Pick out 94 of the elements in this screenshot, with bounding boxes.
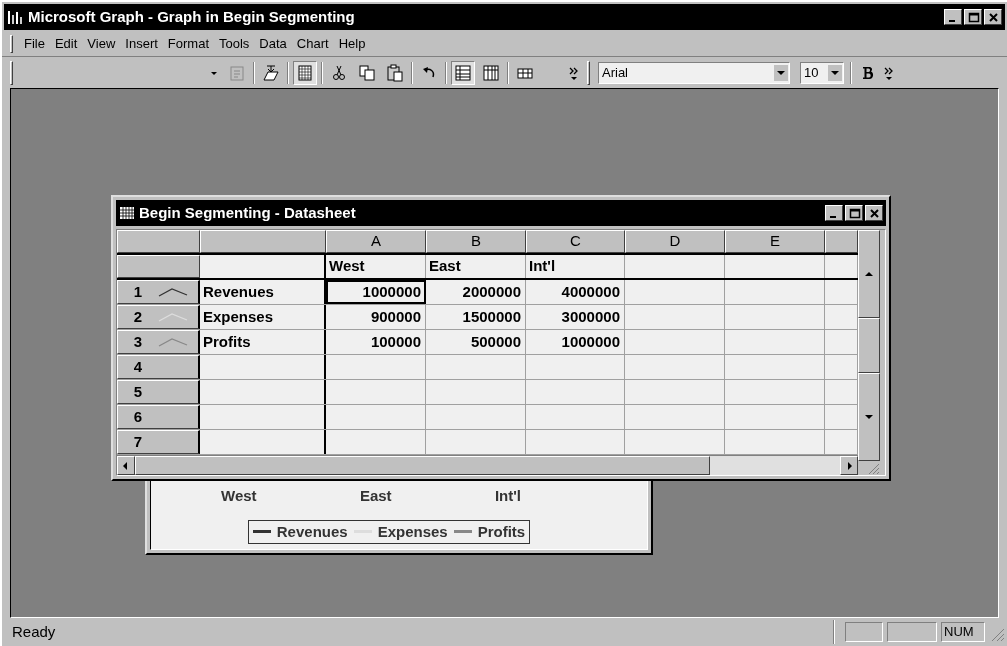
minimize-button[interactable] — [825, 205, 843, 221]
menu-item[interactable]: File — [19, 34, 50, 54]
table-cell[interactable]: 900000 — [326, 305, 426, 329]
maximize-button[interactable] — [845, 205, 863, 221]
minimize-icon — [829, 216, 836, 218]
legend-label: Revenues — [276, 521, 348, 542]
close-button[interactable] — [984, 9, 1002, 25]
triangle-arrow-icon — [865, 413, 873, 422]
menu-grip — [10, 35, 13, 53]
scroll-right-button[interactable] — [840, 456, 858, 475]
font-size-combo[interactable]: 10 — [800, 61, 844, 84]
scissors-icon — [330, 63, 348, 82]
maximize-icon — [966, 10, 980, 24]
status-indicator-panel — [845, 622, 883, 642]
table-cell[interactable]: 100000 — [326, 330, 426, 354]
import-file-icon — [262, 63, 280, 82]
row-header[interactable]: 2 — [117, 305, 200, 329]
row-header[interactable]: 3 — [117, 330, 200, 354]
app-icon — [7, 9, 25, 25]
datasheet-icon — [296, 63, 314, 82]
num-lock-indicator: NUM — [941, 622, 985, 642]
minimize-button[interactable] — [944, 9, 962, 25]
table-cell[interactable]: Int'l — [526, 255, 625, 278]
triangle-arrow-icon — [845, 461, 853, 470]
rows-icon — [454, 63, 472, 82]
table-cell[interactable]: 1000000 — [526, 330, 625, 354]
table-cell[interactable]: 4000000 — [526, 280, 625, 304]
properties-icon — [228, 63, 246, 82]
menu-item[interactable]: Edit — [49, 34, 83, 54]
menu-item[interactable]: Help — [333, 34, 371, 54]
menu-item[interactable]: Format — [162, 34, 214, 54]
vertical-scrollbar[interactable] — [858, 230, 880, 475]
category-label: East — [359, 486, 392, 506]
close-icon — [986, 10, 1000, 24]
status-text: Ready — [12, 621, 57, 642]
table-cell[interactable]: Revenues — [200, 280, 326, 304]
row-header[interactable]: 7 — [117, 430, 200, 454]
category-label: West — [221, 486, 257, 506]
row-header[interactable]: 4 — [117, 355, 200, 379]
status-indicator-panel — [887, 622, 937, 642]
legend-label: Profits — [477, 521, 526, 542]
column-header[interactable]: E — [725, 230, 825, 253]
datasheet-title: Begin Segmenting - Datasheet — [139, 202, 357, 223]
menu-item[interactable]: Tools — [214, 34, 255, 54]
close-button[interactable] — [865, 205, 883, 221]
menu-item[interactable]: Insert — [120, 34, 163, 54]
column-header[interactable] — [825, 230, 858, 253]
row-header[interactable]: 1 — [117, 280, 200, 304]
scroll-up-button[interactable] — [858, 230, 880, 318]
copy-icon — [358, 63, 376, 82]
column-header[interactable]: B — [426, 230, 526, 253]
table-cell[interactable]: 3000000 — [526, 305, 625, 329]
table-cell[interactable]: East — [426, 255, 526, 278]
table-cell[interactable]: 500000 — [426, 330, 526, 354]
corner-header[interactable] — [117, 230, 200, 253]
grid-icon — [119, 206, 135, 220]
toolbar-button[interactable] — [293, 60, 317, 85]
clipboard-icon — [386, 63, 404, 82]
row-header[interactable]: 6 — [117, 405, 200, 429]
toolbar-grip — [10, 60, 13, 85]
table-cell[interactable]: West — [326, 255, 426, 278]
table-cell[interactable]: 1000000 — [326, 280, 426, 304]
table-cell[interactable]: 2000000 — [426, 280, 526, 304]
columns-icon — [482, 63, 500, 82]
font-name-combo[interactable]: Arial — [598, 61, 790, 84]
row-header[interactable]: 5 — [117, 380, 200, 404]
column-header[interactable]: D — [625, 230, 725, 253]
bold-icon — [861, 65, 875, 80]
column-header[interactable] — [200, 230, 326, 253]
legend-label: Expenses — [377, 521, 448, 542]
scroll-left-button[interactable] — [117, 456, 135, 475]
column-header[interactable]: A — [326, 230, 426, 253]
minimize-icon — [948, 20, 955, 22]
close-icon — [867, 206, 881, 220]
horizontal-scrollbar[interactable] — [117, 455, 858, 475]
toolbar-button[interactable] — [451, 60, 475, 85]
maximize-button[interactable] — [964, 9, 982, 25]
table-cell[interactable]: Profits — [200, 330, 326, 354]
maximize-icon — [847, 206, 861, 220]
menu-item[interactable]: Chart — [291, 34, 334, 54]
triangle-arrow-icon — [865, 269, 873, 278]
table-cell[interactable]: Expenses — [200, 305, 326, 329]
toolbar-grip — [587, 60, 590, 85]
menu-item[interactable]: Data — [254, 34, 292, 54]
category-label: Int'l — [494, 486, 521, 506]
menu-item[interactable]: View — [82, 34, 121, 54]
scroll-down-button[interactable] — [858, 373, 880, 461]
scroll-thumb[interactable] — [135, 456, 710, 475]
table-cell[interactable]: 1500000 — [426, 305, 526, 329]
triangle-arrow-icon — [122, 461, 130, 470]
row-header[interactable] — [117, 255, 200, 278]
window-title: Microsoft Graph - Graph in Begin Segmenting — [28, 6, 356, 27]
column-header[interactable]: C — [526, 230, 625, 253]
scroll-thumb[interactable] — [858, 317, 880, 374]
